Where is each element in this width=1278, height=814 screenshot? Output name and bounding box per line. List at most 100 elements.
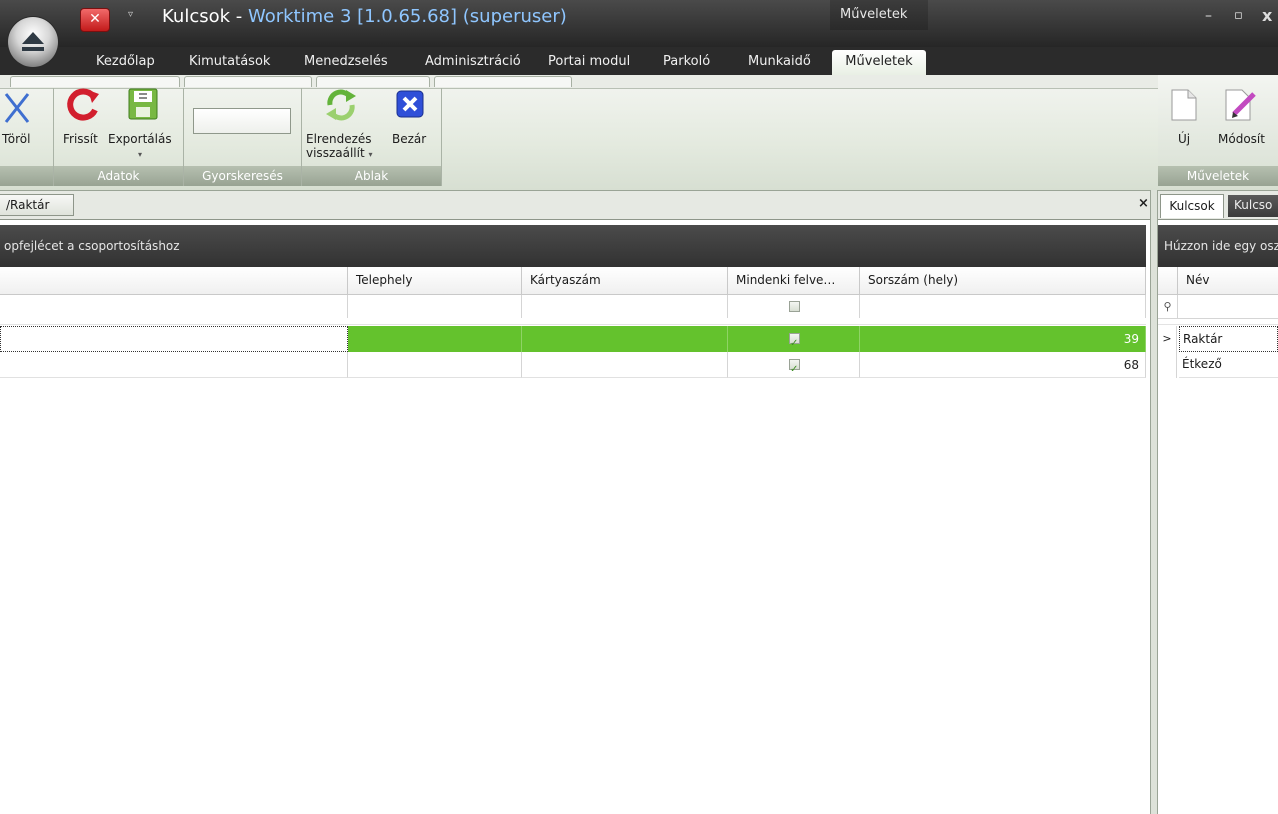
filter-cell-mindenki[interactable] [728, 295, 860, 318]
table-row[interactable]: 39 [0, 326, 1146, 357]
table-row[interactable]: 68 [0, 352, 1146, 383]
tab-muveletek[interactable]: Műveletek [832, 50, 926, 76]
document-tab-row [0, 191, 1150, 220]
right-grid-separator [1158, 318, 1278, 325]
column-header-mindenki[interactable]: Mindenki felve… [728, 267, 860, 294]
save-disk-icon [128, 88, 158, 120]
restore-layout-label-2: visszaállít ▾ [306, 146, 373, 161]
group-label-ablak: Ablak [302, 166, 441, 186]
delete-label: Töröl [2, 132, 31, 146]
quick-access-close-button[interactable]: ✕ [80, 8, 110, 32]
list-item-name[interactable]: Étkező [1179, 352, 1278, 378]
delete-button[interactable]: Töröl [0, 90, 52, 160]
new-button[interactable]: Új [1166, 88, 1202, 158]
restore-layout-label-2-text: visszaállít [306, 146, 365, 160]
new-label: Új [1178, 132, 1191, 146]
group-label-adatok: Adatok [54, 166, 183, 186]
filter-cell-name[interactable] [0, 295, 348, 318]
refresh-icon [67, 88, 99, 121]
tab-kulcso[interactable]: Kulcso [1228, 195, 1278, 217]
title-prefix: Kulcsok - [162, 6, 248, 27]
filter-cell-kartyaszam[interactable] [522, 295, 728, 318]
tab-portai-modul[interactable]: Portai modul [548, 51, 630, 75]
refresh-label: Frissít [63, 132, 98, 146]
quick-access-dropdown-icon[interactable]: ▿ [128, 9, 133, 20]
tab-adminisztracio[interactable]: Adminisztráció [425, 51, 521, 75]
quick-search-input[interactable] [193, 108, 291, 134]
cell-kartyaszam[interactable] [522, 352, 728, 378]
cell-sorszam[interactable]: 39 [860, 326, 1146, 352]
filter-icon[interactable]: ⚲ [1158, 295, 1178, 318]
export-label: Exportálás [108, 132, 172, 146]
close-view-label: Bezár [392, 132, 427, 146]
mindenki-checkbox[interactable] [789, 357, 800, 383]
tab-munkaido[interactable]: Munkaidő [748, 51, 811, 75]
export-dropdown-icon: ▾ [138, 150, 143, 159]
list-item[interactable]: > Raktár [1158, 326, 1278, 352]
restore-layout-dropdown-icon: ▾ [368, 150, 373, 159]
cell-telephely[interactable] [348, 326, 522, 352]
restore-layout-button[interactable]: Elrendezés visszaállít ▾ [304, 88, 378, 162]
group-separator [441, 88, 442, 186]
new-document-icon [1171, 89, 1197, 121]
cell-sorszam[interactable]: 68 [860, 352, 1146, 378]
cell-name[interactable] [0, 352, 348, 378]
column-header-telephely[interactable]: Telephely [348, 267, 522, 294]
group-label-blank [0, 166, 53, 186]
grid-separator [0, 318, 1146, 325]
document-close-icon[interactable]: × [1138, 196, 1149, 211]
title-version: [1.0.65.68] (superuser) [351, 6, 567, 27]
group-label-gyorskereses: Gyorskeresés [184, 166, 301, 186]
edit-button[interactable]: Módosít [1212, 88, 1272, 158]
row-indicator [1158, 352, 1177, 378]
edit-document-icon [1225, 89, 1256, 121]
filter-cell-sorszam[interactable] [860, 295, 1146, 318]
right-group-by-panel[interactable]: Húzzon ide egy osz [1158, 225, 1278, 267]
contextual-tab-group-label: Műveletek [830, 0, 928, 30]
tab-kezdolap[interactable]: Kezdőlap [96, 51, 155, 75]
column-header-name[interactable] [0, 267, 348, 294]
close-window-button[interactable]: x [1262, 6, 1272, 25]
minimize-button[interactable]: – [1205, 8, 1212, 24]
list-item[interactable]: Étkező [1158, 352, 1278, 378]
column-header-nev[interactable]: Név [1186, 267, 1209, 294]
filter-checkbox[interactable] [789, 301, 800, 312]
edit-label: Módosít [1218, 132, 1265, 146]
delete-x-icon [4, 93, 30, 123]
row-indicator-icon: > [1158, 326, 1177, 352]
list-item-name[interactable]: Raktár [1179, 326, 1278, 352]
restore-layout-label: Elrendezés [306, 132, 372, 146]
group-label-muveletek: Műveletek [1158, 166, 1278, 186]
application-menu-button[interactable] [8, 17, 58, 67]
close-view-button[interactable]: Bezár [384, 90, 434, 160]
close-box-icon [396, 90, 424, 118]
collapsed-group[interactable] [316, 76, 430, 87]
restore-layout-icon [326, 89, 356, 121]
filter-cell-telephely[interactable] [348, 295, 522, 318]
cell-mindenki[interactable] [728, 326, 860, 357]
export-button[interactable]: Exportálás ▾ [108, 88, 176, 160]
document-tab-raktar[interactable]: /Raktár [0, 194, 74, 216]
eject-icon [22, 32, 44, 51]
tab-kimutatasok[interactable]: Kimutatások [189, 51, 270, 75]
cell-kartyaszam[interactable] [522, 326, 728, 352]
collapsed-group[interactable] [184, 76, 312, 87]
cell-mindenki[interactable] [728, 352, 860, 383]
group-by-panel[interactable]: opfejlécet a csoportosításhoz [0, 225, 1146, 267]
collapsed-group[interactable] [10, 76, 180, 87]
right-header-indicator [1158, 267, 1178, 294]
window-title: Kulcsok - Worktime 3 [1.0.65.68] (superu… [162, 6, 567, 27]
tab-kulcsok[interactable]: Kulcsok [1160, 194, 1224, 218]
cell-name[interactable] [0, 326, 348, 352]
collapsed-group[interactable] [434, 76, 572, 87]
column-header-sorszam[interactable]: Sorszám (hely) [860, 267, 1146, 294]
refresh-button[interactable]: Frissít [58, 88, 102, 160]
maximize-button[interactable]: ▫ [1234, 8, 1243, 23]
tab-parkolo[interactable]: Parkoló [663, 51, 710, 75]
tab-menedzseles[interactable]: Menedzselés [304, 51, 388, 75]
cell-telephely[interactable] [348, 352, 522, 378]
pane-splitter[interactable] [1150, 190, 1158, 814]
mindenki-checkbox[interactable] [789, 331, 800, 357]
column-header-kartyaszam[interactable]: Kártyaszám [522, 267, 728, 294]
title-app-name: Worktime 3 [247, 6, 352, 27]
